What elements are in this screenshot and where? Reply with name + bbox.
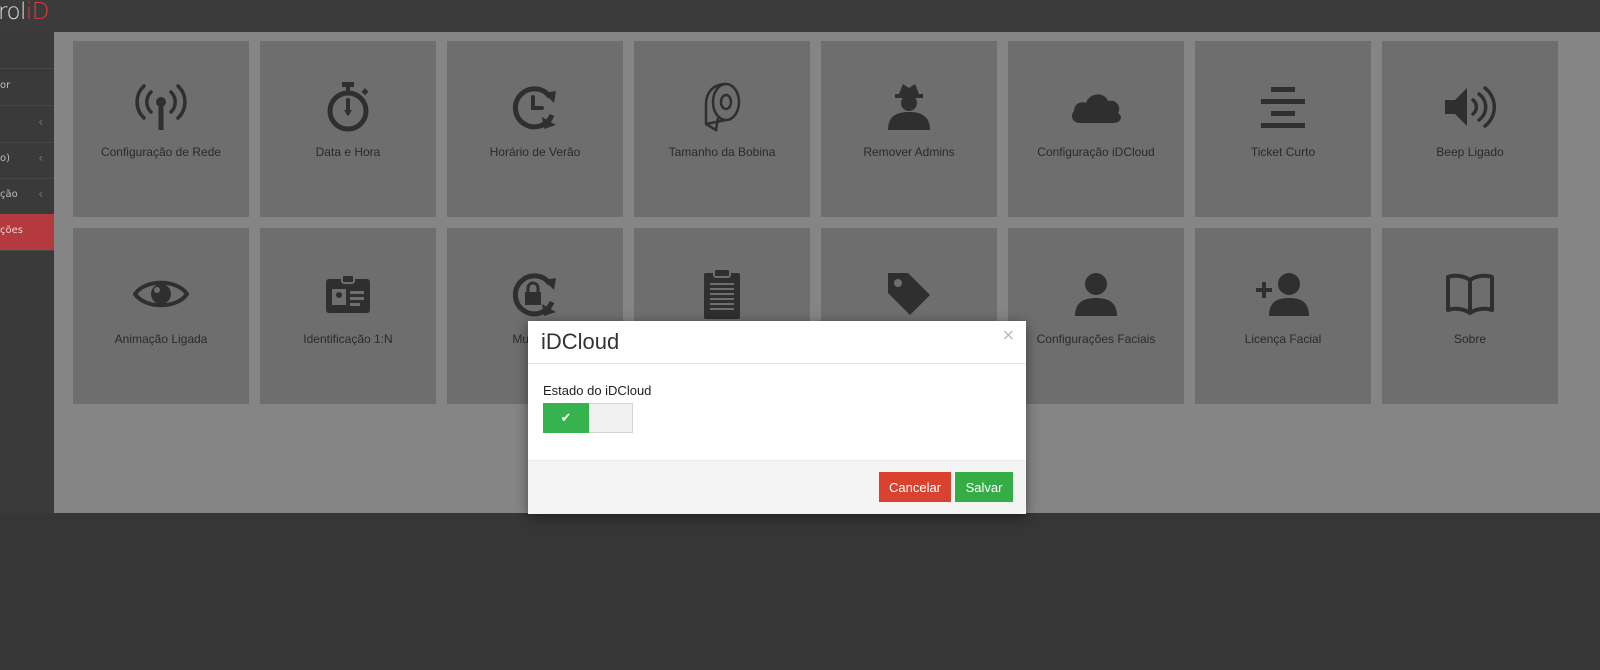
tile-label: Data e Hora	[315, 145, 381, 159]
tile-label: Configuração iDCloud	[1037, 145, 1155, 159]
antenna-icon	[73, 79, 249, 135]
cloud-icon	[1008, 79, 1184, 135]
tile-label: Licença Facial	[1244, 332, 1322, 346]
stopwatch-icon	[260, 79, 436, 135]
tile-remove-admins[interactable]: Remover Admins	[821, 41, 997, 217]
idcloud-modal: iDCloud × Estado do iDCloud ✔ Cancelar S…	[528, 321, 1026, 514]
align-center-icon	[1195, 79, 1371, 135]
modal-divider	[528, 363, 1026, 364]
idcloud-state-label: Estado do iDCloud	[543, 383, 652, 398]
toggle-on-segment[interactable]: ✔	[543, 403, 589, 433]
tile-label: Ticket Curto	[1250, 145, 1316, 159]
clock-arrow-icon	[447, 79, 623, 135]
tile-beep-on[interactable]: Beep Ligado	[1382, 41, 1558, 217]
tile-paper-roll-size[interactable]: Tamanho da Bobina	[634, 41, 810, 217]
tile-daylight-saving[interactable]: Horário de Verão	[447, 41, 623, 217]
paper-roll-icon	[634, 79, 810, 135]
tile-label: Animação Ligada	[114, 332, 208, 346]
tile-label: Horário de Verão	[489, 145, 581, 159]
tile-label: Configuração de Rede	[100, 145, 222, 159]
tile-identification[interactable]: Identificação 1:N	[260, 228, 436, 404]
tile-label: Remover Admins	[863, 145, 955, 159]
sidebar-item-active[interactable]: ções	[0, 214, 54, 251]
tile-facial-settings[interactable]: Configurações Faciais	[1008, 228, 1184, 404]
user-icon	[1008, 266, 1184, 322]
check-icon: ✔	[560, 410, 572, 426]
clipboard-icon	[634, 266, 810, 322]
save-button[interactable]: Salvar	[955, 472, 1013, 502]
admin-user-icon	[821, 79, 997, 135]
chevron-left-icon: ‹	[38, 115, 43, 129]
cancel-button[interactable]: Cancelar	[879, 472, 951, 502]
top-bar: roliD	[0, 0, 1600, 32]
logo-text: rol	[0, 0, 26, 25]
close-icon[interactable]: ×	[1002, 325, 1015, 344]
app-logo: roliD	[0, 0, 50, 25]
modal-title: iDCloud	[541, 329, 620, 354]
speaker-icon	[1382, 79, 1558, 135]
sidebar-item-2[interactable]: or	[0, 69, 54, 106]
tile-idcloud-config[interactable]: Configuração iDCloud	[1008, 41, 1184, 217]
tile-network-config[interactable]: Configuração de Rede	[73, 41, 249, 217]
tile-date-time[interactable]: Data e Hora	[260, 41, 436, 217]
tile-label: Beep Ligado	[1436, 145, 1504, 159]
tile-animation-on[interactable]: Animação Ligada	[73, 228, 249, 404]
sidebar-item-1[interactable]	[0, 32, 54, 69]
sidebar-item-3[interactable]: ‹	[0, 106, 54, 143]
tile-label: Tamanho da Bobina	[668, 145, 776, 159]
add-user-icon	[1195, 266, 1371, 322]
tile-label: Sobre	[1453, 332, 1487, 346]
tile-label: Identificação 1:N	[303, 332, 393, 346]
id-card-icon	[260, 266, 436, 322]
tag-icon	[821, 266, 997, 322]
eye-icon	[73, 266, 249, 322]
chevron-left-icon: ‹	[38, 151, 43, 165]
logo-accent-text: iD	[25, 0, 50, 25]
tile-about[interactable]: Sobre	[1382, 228, 1558, 404]
lock-rotate-icon	[447, 266, 623, 322]
tile-short-ticket[interactable]: Ticket Curto	[1195, 41, 1371, 217]
tile-facial-license[interactable]: Licença Facial	[1195, 228, 1371, 404]
background-lower	[0, 513, 1600, 670]
tile-label: Configurações Faciais	[1036, 332, 1156, 346]
sidebar-item-4[interactable]: o) ‹	[0, 142, 54, 179]
sidebar-item-5[interactable]: ção ‹	[0, 178, 54, 215]
modal-footer: Cancelar Salvar	[528, 460, 1026, 514]
idcloud-state-toggle[interactable]: ✔	[543, 403, 633, 433]
book-icon	[1382, 266, 1558, 322]
chevron-left-icon: ‹	[38, 187, 43, 201]
